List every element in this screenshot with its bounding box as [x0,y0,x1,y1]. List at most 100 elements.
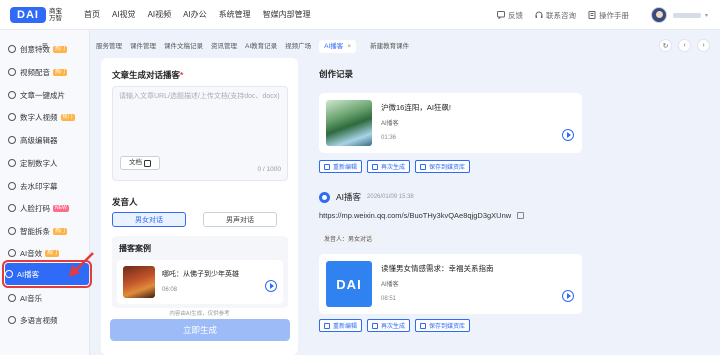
sidebar-item-icon [8,45,16,53]
tab-courseware[interactable]: 课件管理 [130,40,156,53]
contact-button[interactable]: 联系咨询 [535,10,576,21]
sidebar-item[interactable]: 人脸打码 NEW [8,199,86,217]
chevron-right-icon[interactable]: › [697,39,710,52]
close-icon[interactable]: × [347,43,351,50]
nav-ai-video[interactable]: AI视频 [148,9,172,20]
tab-service[interactable]: 服务管理 [96,40,122,53]
tab-courseware-records[interactable]: 课件文稿记录 [164,40,203,53]
sidebar-item-icon [8,182,16,190]
nav-ai-office[interactable]: AI办公 [183,9,207,20]
record-duration: 08:51 [381,296,397,302]
username-blurred[interactable] [672,12,701,18]
re-edit-label: 重新编辑 [333,324,358,330]
examples-title: 播客案例 [119,244,151,253]
example-duration: 06:08 [162,287,178,293]
save-to-library-button[interactable]: 保存到媒资库 [415,160,471,173]
upload-doc-button[interactable]: 文档 [120,156,160,170]
sidebar-item[interactable]: 创意特效 热门 [8,40,86,58]
entry-name: AI播客 [336,192,362,202]
play-icon[interactable] [265,280,277,292]
tab-news[interactable]: 资讯管理 [211,40,237,53]
logo-mark: DAI [10,6,46,23]
refresh-icon[interactable]: ↻ [659,39,672,52]
sidebar-item[interactable]: 文章一键成片 [8,86,86,104]
sidebar-item-badge: NEW [53,204,69,212]
sidebar-item-icon [8,113,16,121]
save-to-library-button[interactable]: 保存到媒资库 [415,319,471,332]
sidebar-item-label: AI音乐 [20,293,43,303]
sidebar-item[interactable]: 去水印字幕 [8,177,86,195]
logo-text: 商宝万智 [49,7,62,22]
sidebar-item-label: 定制数字人 [20,158,58,168]
refresh-icon [372,322,379,329]
sidebar-item-label: 多语言视频 [20,315,58,325]
speaker-tag: 发音人：男女对话 [319,231,378,245]
entry-url-text: https://mp.weixin.qq.com/s/BuoTHy3kvQAe8… [319,211,512,220]
sidebar-item-label: 视频配音 [20,67,50,77]
sidebar-item-label: 数字人视频 [20,112,58,122]
tab-ai-edu[interactable]: AI教育记录 [245,40,277,53]
sidebar-item[interactable]: 多语言视频 [8,311,86,329]
podcast-icon [319,191,330,203]
sidebar-item[interactable]: 视频配音 热门 [8,63,86,81]
speaker-option-mixed[interactable]: 男女对话 [112,212,186,227]
tab-ai-podcast[interactable]: AI播客 × [319,39,357,53]
nav-home[interactable]: 首页 [84,9,100,20]
sidebar-item[interactable]: 数字人视频 热门 [8,108,86,126]
request-entry: AI播客 2026/01/09 15:38 [319,191,414,203]
tab-video-square[interactable]: 视频广场 [285,40,311,53]
avatar[interactable] [650,7,667,23]
chevron-left-icon[interactable]: ‹ [678,39,691,52]
sidebar-item-label: 高级编辑器 [20,135,58,145]
play-icon[interactable] [562,290,574,302]
nav-system[interactable]: 系统管理 [219,9,251,20]
document-icon [144,159,151,167]
play-icon[interactable] [562,129,574,141]
example-item[interactable]: 哪吒：从佛子到少年英雄 06:08 [117,260,283,304]
sidebar-item-icon [8,136,16,144]
record-name: 读懂男女情感需求：幸福关系指南 [381,264,494,273]
save-to-library-label: 保存到媒资库 [429,324,466,330]
tab-ai-podcast-label: AI播客 [324,42,344,50]
nav-ai-vision[interactable]: AI视觉 [112,9,136,20]
chevron-down-icon[interactable]: ▾ [705,12,708,19]
nav-internal[interactable]: 智媒内部管理 [263,9,311,20]
feedback-button[interactable]: 反馈 [496,10,523,21]
sidebar-item-label: AI音效 [20,248,43,258]
sidebar-item[interactable]: 高级编辑器 [8,131,86,149]
re-edit-button[interactable]: 重新编辑 [319,319,363,332]
copy-icon[interactable] [517,212,525,219]
sidebar-item-icon [8,68,16,76]
article-input[interactable]: 请输入文章URL/选题描述/上传文档(支持doc、docx) 文档 0 / 10… [112,86,288,181]
tab-new-courseware[interactable]: 新建教育课件 [370,40,409,53]
sidebar-item-badge: 热门 [60,113,75,121]
book-icon [588,11,596,19]
sidebar-item-icon [8,227,16,235]
speaker-option-male[interactable]: 男声对话 [203,212,277,227]
logo[interactable]: DAI 商宝万智 [10,6,72,23]
records-title: 创作记录 [319,69,354,79]
tab-controls: ↻ ‹ › [653,39,710,52]
record-actions-2: 重新编辑 再次生成 保存到媒资库 [319,319,475,332]
record-tag: AI播客 [381,282,399,288]
re-edit-button[interactable]: 重新编辑 [319,160,363,173]
form-title-text: 文章生成对话播客 [112,70,181,80]
generate-button[interactable]: 立即生成 [110,319,290,341]
char-counter: 0 / 1000 [257,166,282,173]
feedback-icon [496,11,505,19]
sidebar-item-badge: 热门 [53,45,68,53]
sidebar-item[interactable]: 智能拆条 热门 [8,222,86,240]
sidebar-item-badge: 热门 [53,68,68,76]
record-card-2[interactable]: DAI 读懂男女情感需求：幸福关系指南 AI播客 08:51 [319,254,582,314]
record-card-1[interactable]: 沪微16连阳，AI狂飙! AI播客 01:36 [319,93,582,153]
regenerate-button[interactable]: 再次生成 [367,160,411,173]
regenerate-button[interactable]: 再次生成 [367,319,411,332]
manual-button[interactable]: 操作手册 [588,10,629,21]
record-actions-1: 重新编辑 再次生成 保存到媒资库 [319,160,475,173]
sidebar-item[interactable]: AI音乐 [8,289,86,307]
sidebar-item-icon [8,294,16,302]
edit-icon [324,163,330,170]
sidebar-item[interactable]: 定制数字人 [8,154,86,172]
record-tag: AI播客 [381,121,399,127]
sidebar-item-icon [8,316,16,324]
